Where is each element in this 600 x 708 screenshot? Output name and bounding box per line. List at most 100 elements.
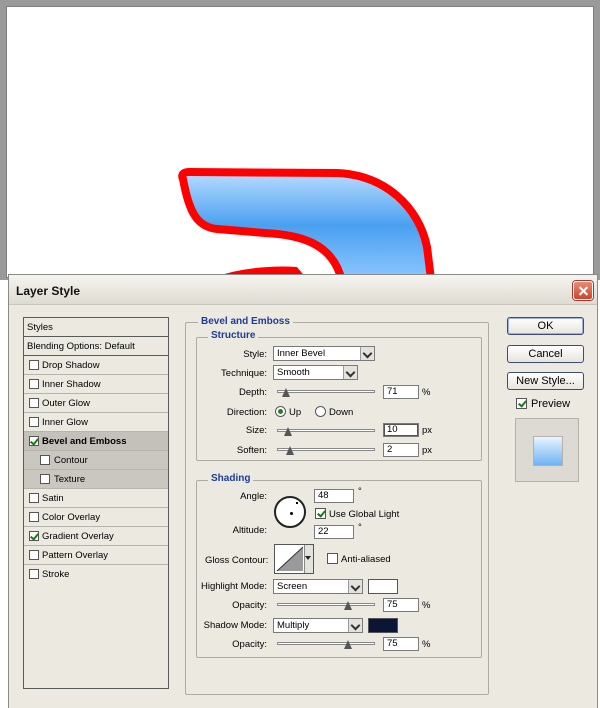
soften-unit: px xyxy=(422,445,433,456)
style-item-bevel-and-emboss[interactable]: Bevel and Emboss xyxy=(24,432,168,451)
inner-glow-checkbox[interactable] xyxy=(29,417,39,427)
document-canvas-frame xyxy=(0,0,600,280)
preview-label: Preview xyxy=(531,398,571,410)
soften-label: Soften: xyxy=(236,445,267,456)
highlight-opacity-unit: % xyxy=(422,600,431,611)
use-global-light-checkbox[interactable] xyxy=(315,508,326,519)
pattern-overlay-checkbox[interactable] xyxy=(29,550,39,560)
stroke-checkbox[interactable] xyxy=(29,569,39,579)
style-item-blending-options[interactable]: Blending Options: Default xyxy=(24,337,168,356)
ok-button[interactable]: OK xyxy=(507,317,584,335)
altitude-input[interactable]: 22 xyxy=(314,525,354,539)
angle-input[interactable]: 48 xyxy=(314,489,354,503)
shadow-opacity-input[interactable]: 75 xyxy=(383,637,419,651)
structure-title: Structure xyxy=(208,330,259,341)
layer-style-dialog: Layer Style Styles Blending Options: Def… xyxy=(8,274,598,708)
style-item-texture[interactable]: Texture xyxy=(24,470,168,489)
angle-dial[interactable] xyxy=(274,496,306,528)
direction-up-label: Up xyxy=(289,407,302,418)
direction-label: Direction: xyxy=(226,407,267,418)
style-item-stroke[interactable]: Stroke xyxy=(24,565,168,584)
bevel-and-emboss-title: Bevel and Emboss xyxy=(198,316,293,327)
style-item-inner-glow[interactable]: Inner Glow xyxy=(24,413,168,432)
satin-checkbox[interactable] xyxy=(29,493,39,503)
style-item-inner-shadow[interactable]: Inner Shadow xyxy=(24,375,168,394)
texture-checkbox[interactable] xyxy=(40,474,50,484)
artwork-shape xyxy=(178,168,435,277)
drop-shadow-checkbox[interactable] xyxy=(29,360,39,370)
depth-slider-thumb[interactable] xyxy=(282,388,291,398)
outer-glow-checkbox[interactable] xyxy=(29,398,39,408)
style-label: Style: xyxy=(243,349,267,360)
styles-list: Styles Blending Options: Default Drop Sh… xyxy=(23,317,169,689)
altitude-label: Altitude: xyxy=(232,525,267,536)
style-item-contour[interactable]: Contour xyxy=(24,451,168,470)
shadow-opacity-unit: % xyxy=(422,639,431,650)
gloss-contour-label: Gloss Contour: xyxy=(205,555,269,566)
highlight-mode-select[interactable]: Screen xyxy=(273,579,363,594)
altitude-unit: ° xyxy=(358,522,362,533)
color-overlay-checkbox[interactable] xyxy=(29,512,39,522)
soften-slider[interactable] xyxy=(277,446,375,456)
size-slider[interactable] xyxy=(277,427,375,437)
chevron-down-icon xyxy=(360,347,374,360)
shadow-mode-label: Shadow Mode: xyxy=(203,620,267,631)
anti-aliased-checkbox[interactable] xyxy=(327,553,338,564)
angle-unit: ° xyxy=(358,486,362,497)
shadow-mode-select[interactable]: Multiply xyxy=(273,618,363,633)
size-unit: px xyxy=(422,425,433,436)
shadow-opacity-label: Opacity: xyxy=(232,639,267,650)
new-style-button[interactable]: New Style... xyxy=(507,372,584,390)
bevel-style-select[interactable]: Inner Bevel xyxy=(273,346,375,361)
dialog-title: Layer Style xyxy=(16,284,81,298)
depth-input[interactable]: 71 xyxy=(383,385,419,399)
style-item-color-overlay[interactable]: Color Overlay xyxy=(24,508,168,527)
shadow-color-swatch[interactable] xyxy=(368,618,398,633)
direction-up-radio[interactable] xyxy=(275,406,286,417)
gradient-overlay-checkbox[interactable] xyxy=(29,531,39,541)
cancel-button[interactable]: Cancel xyxy=(507,345,584,363)
shading-title: Shading xyxy=(208,473,254,484)
dialog-titlebar[interactable]: Layer Style xyxy=(9,275,597,305)
technique-label: Technique: xyxy=(221,368,267,379)
soften-slider-thumb[interactable] xyxy=(286,446,295,456)
use-global-light-label: Use Global Light xyxy=(329,509,400,520)
preview-checkbox[interactable] xyxy=(516,398,527,409)
style-item-pattern-overlay[interactable]: Pattern Overlay xyxy=(24,546,168,565)
contour-curve-icon xyxy=(276,546,304,572)
direction-down-radio[interactable] xyxy=(315,406,326,417)
style-item-gradient-overlay[interactable]: Gradient Overlay xyxy=(24,527,168,546)
close-icon[interactable] xyxy=(573,281,593,300)
depth-slider[interactable] xyxy=(277,388,375,398)
technique-select[interactable]: Smooth xyxy=(273,365,358,380)
size-slider-thumb[interactable] xyxy=(284,427,293,437)
document-canvas[interactable] xyxy=(6,6,594,278)
style-preview-thumbnail xyxy=(515,418,579,482)
shadow-opacity-slider[interactable] xyxy=(277,640,375,650)
inner-shadow-checkbox[interactable] xyxy=(29,379,39,389)
chevron-down-icon xyxy=(348,619,362,632)
depth-label: Depth: xyxy=(239,387,267,398)
size-label: Size: xyxy=(245,425,267,436)
highlight-opacity-input[interactable]: 75 xyxy=(383,598,419,612)
bevel-and-emboss-checkbox[interactable] xyxy=(29,436,39,446)
contour-checkbox[interactable] xyxy=(40,455,50,465)
highlight-opacity-label: Opacity: xyxy=(232,600,267,611)
soften-input[interactable]: 2 xyxy=(383,443,419,457)
highlight-color-swatch[interactable] xyxy=(368,579,398,594)
anti-aliased-label: Anti-aliased xyxy=(341,554,391,565)
gloss-contour-picker[interactable] xyxy=(274,544,314,574)
style-item-drop-shadow[interactable]: Drop Shadow xyxy=(24,356,168,375)
highlight-opacity-slider[interactable] xyxy=(277,601,375,611)
style-item-satin[interactable]: Satin xyxy=(24,489,168,508)
direction-down-label: Down xyxy=(329,407,354,418)
highlight-opacity-slider-thumb[interactable] xyxy=(344,601,353,611)
styles-list-header[interactable]: Styles xyxy=(24,318,168,337)
shadow-opacity-slider-thumb[interactable] xyxy=(344,640,353,650)
angle-label: Angle: xyxy=(240,491,267,502)
style-item-outer-glow[interactable]: Outer Glow xyxy=(24,394,168,413)
preview-swatch xyxy=(533,436,563,466)
size-input[interactable]: 10 xyxy=(383,423,419,437)
chevron-down-icon xyxy=(343,366,357,379)
depth-unit: % xyxy=(422,387,431,398)
